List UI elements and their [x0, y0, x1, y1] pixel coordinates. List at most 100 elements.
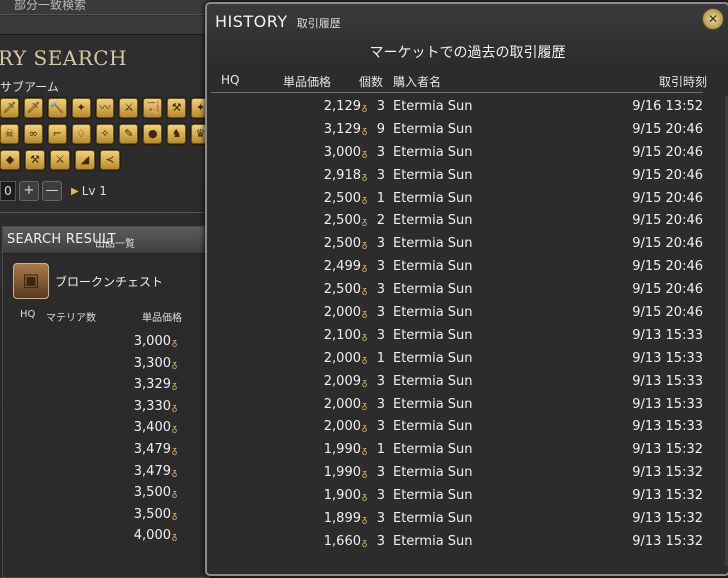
selected-item[interactable]: ▣ ブロークンチェスト — [13, 263, 163, 299]
level-plus-button[interactable]: + — [19, 181, 39, 201]
weapon-category-icon[interactable]: 🏹 — [143, 98, 163, 118]
search-result-subtitle: 出品一覧 — [95, 239, 135, 250]
weapon-category-icon[interactable]: ● — [143, 124, 163, 144]
weapon-category-icon[interactable]: 🗡 — [23, 98, 43, 118]
weapon-category-icon[interactable]: ∞ — [23, 124, 43, 144]
gil-icon: ᵹ — [171, 489, 177, 500]
history-date: 9/13 15:33 — [632, 327, 703, 343]
history-quantity: 3 — [376, 259, 385, 275]
history-price: 1,900ᵹ — [324, 485, 367, 509]
listing-row[interactable]: 3,329ᵹ — [3, 374, 203, 396]
price-value: 1,990 — [323, 465, 361, 481]
history-price: 3,129ᵹ — [324, 119, 367, 143]
history-buyer: Etermia Sun — [393, 213, 473, 229]
col-quantity[interactable]: 個数 — [359, 73, 383, 90]
weapon-category-icon[interactable]: ◆ — [0, 150, 20, 170]
level-minus-button[interactable]: — — [42, 181, 62, 201]
price-value: 2,000 — [323, 396, 361, 412]
history-date: 9/15 20:46 — [632, 213, 703, 229]
weapon-category-icon[interactable]: 🔨 — [47, 98, 67, 118]
col-price: 単品価格 — [142, 313, 182, 324]
history-row: 1,900ᵹ 3 Etermia Sun 9/13 15:32 — [207, 485, 728, 508]
category-icon-row: ☠ ∞ ⌐ ♢ ✧ ✎ ● ♞ ♛ — [0, 124, 211, 144]
col-date[interactable]: 取引時刻 — [659, 73, 707, 90]
history-price: 1,990ᵹ — [324, 439, 367, 463]
weapon-category-icon[interactable]: ✎ — [119, 124, 139, 144]
history-date: 9/13 15:33 — [632, 419, 703, 435]
history-row: 3,000ᵹ 3 Etermia Sun 9/15 20:46 — [207, 142, 728, 165]
weapon-category-icon[interactable]: ◢ — [75, 150, 95, 170]
listing-price: 3,300 — [133, 355, 171, 371]
history-quantity: 3 — [376, 419, 385, 435]
weapon-category-icon[interactable]: ⌐ — [47, 124, 67, 144]
history-price: 2,000ᵹ — [324, 394, 367, 418]
listing-row[interactable]: 3,330ᵹ — [3, 396, 203, 418]
gil-icon: ᵹ — [361, 103, 367, 113]
col-buyer[interactable]: 購入者名 — [393, 73, 441, 90]
listing-row[interactable]: 3,500ᵹ — [3, 482, 203, 504]
play-arrow-icon: ▶ — [71, 185, 79, 197]
history-price: 2,918ᵹ — [324, 165, 367, 189]
listing-row[interactable]: 3,500ᵹ — [3, 504, 203, 526]
price-value: 2,000 — [323, 419, 361, 435]
gil-icon: ᵹ — [361, 537, 367, 548]
weapon-category-icon[interactable]: ⚔ — [50, 150, 70, 170]
result-price-list: 3,000ᵹ 3,300ᵹ 3,329ᵹ 3,330ᵹ 3,400ᵹ 3,479ᵹ 3,47… — [3, 331, 203, 547]
col-materia: マテリア数 — [46, 313, 96, 324]
weapon-category-icon[interactable]: 🗡 — [0, 98, 19, 118]
gil-icon: ᵹ — [361, 148, 367, 159]
listing-price: 3,479 — [133, 441, 171, 457]
history-price: 2,100ᵹ — [324, 325, 367, 349]
listing-price: 3,330 — [133, 398, 171, 414]
history-title-jp: 取引履歴 — [296, 17, 341, 30]
gil-icon: ᵹ — [361, 423, 367, 434]
listing-row[interactable]: 3,400ᵹ — [3, 417, 203, 439]
gil-icon: ᵹ — [171, 510, 177, 521]
weapon-category-icon[interactable]: ♢ — [71, 124, 91, 144]
weapon-category-icon[interactable]: ☠ — [0, 124, 19, 144]
history-date: 9/15 20:46 — [632, 167, 703, 183]
partial-match-search-label[interactable]: 部分一致検索 — [14, 0, 86, 13]
search-input[interactable] — [0, 16, 210, 35]
col-unit-price[interactable]: 単品価格 — [283, 73, 331, 90]
listing-row[interactable]: 4,000ᵹ — [3, 525, 203, 547]
history-row: 2,918ᵹ 3 Etermia Sun 9/15 20:46 — [207, 165, 728, 188]
weapon-category-icon[interactable]: 〰 — [95, 98, 115, 118]
listing-row[interactable]: 3,000ᵹ — [3, 331, 203, 353]
price-value: 2,000 — [323, 350, 361, 366]
weapon-category-icon[interactable]: ⚔ — [119, 98, 139, 118]
history-buyer: Etermia Sun — [393, 511, 473, 527]
gil-icon: ᵹ — [361, 125, 367, 136]
history-buyer: Etermia Sun — [393, 236, 473, 252]
weapon-category-icon[interactable]: ✧ — [95, 124, 115, 144]
history-quantity: 1 — [376, 442, 385, 458]
listing-price: 3,500 — [133, 506, 171, 522]
weapon-category-icon[interactable]: ♞ — [167, 124, 187, 144]
weapon-category-icon[interactable]: ≺ — [100, 150, 120, 170]
weapon-category-icon[interactable]: ⚒ — [25, 150, 45, 170]
price-value: 2,500 — [323, 190, 361, 206]
history-quantity: 3 — [376, 511, 385, 527]
history-row: 3,129ᵹ 9 Etermia Sun 9/15 20:46 — [207, 119, 728, 142]
weapon-category-icon[interactable]: ✦ — [71, 98, 91, 118]
subcategory-label: サブアーム — [0, 80, 59, 94]
history-date: 9/15 20:46 — [632, 282, 703, 298]
history-price: 1,990ᵹ — [324, 462, 367, 486]
category-icon-row: 🗡 🗡 🔨 ✦ 〰 ⚔ 🏹 ⚒ ✦ — [0, 98, 211, 118]
listing-row[interactable]: 3,479ᵹ — [3, 439, 203, 461]
history-row: 2,129ᵹ 3 Etermia Sun 9/16 13:52 — [207, 96, 728, 119]
history-quantity: 3 — [376, 488, 385, 504]
col-hq[interactable]: HQ — [221, 73, 239, 87]
level-input[interactable]: 0 — [0, 181, 16, 201]
gil-icon: ᵹ — [361, 446, 367, 457]
weapon-category-icon[interactable]: ⚒ — [167, 98, 187, 118]
history-row: 2,000ᵹ 3 Etermia Sun 9/13 15:33 — [207, 416, 728, 439]
listing-row[interactable]: 3,479ᵹ — [3, 461, 203, 483]
history-buyer: Etermia Sun — [393, 327, 473, 343]
gil-icon: ᵹ — [361, 217, 367, 228]
listing-row[interactable]: 3,300ᵹ — [3, 353, 203, 375]
close-icon[interactable]: ✕ — [702, 8, 724, 30]
history-buyer: Etermia Sun — [393, 282, 473, 298]
gil-icon: ᵹ — [361, 492, 367, 503]
history-row: 2,500ᵹ 3 Etermia Sun 9/15 20:46 — [207, 279, 728, 302]
